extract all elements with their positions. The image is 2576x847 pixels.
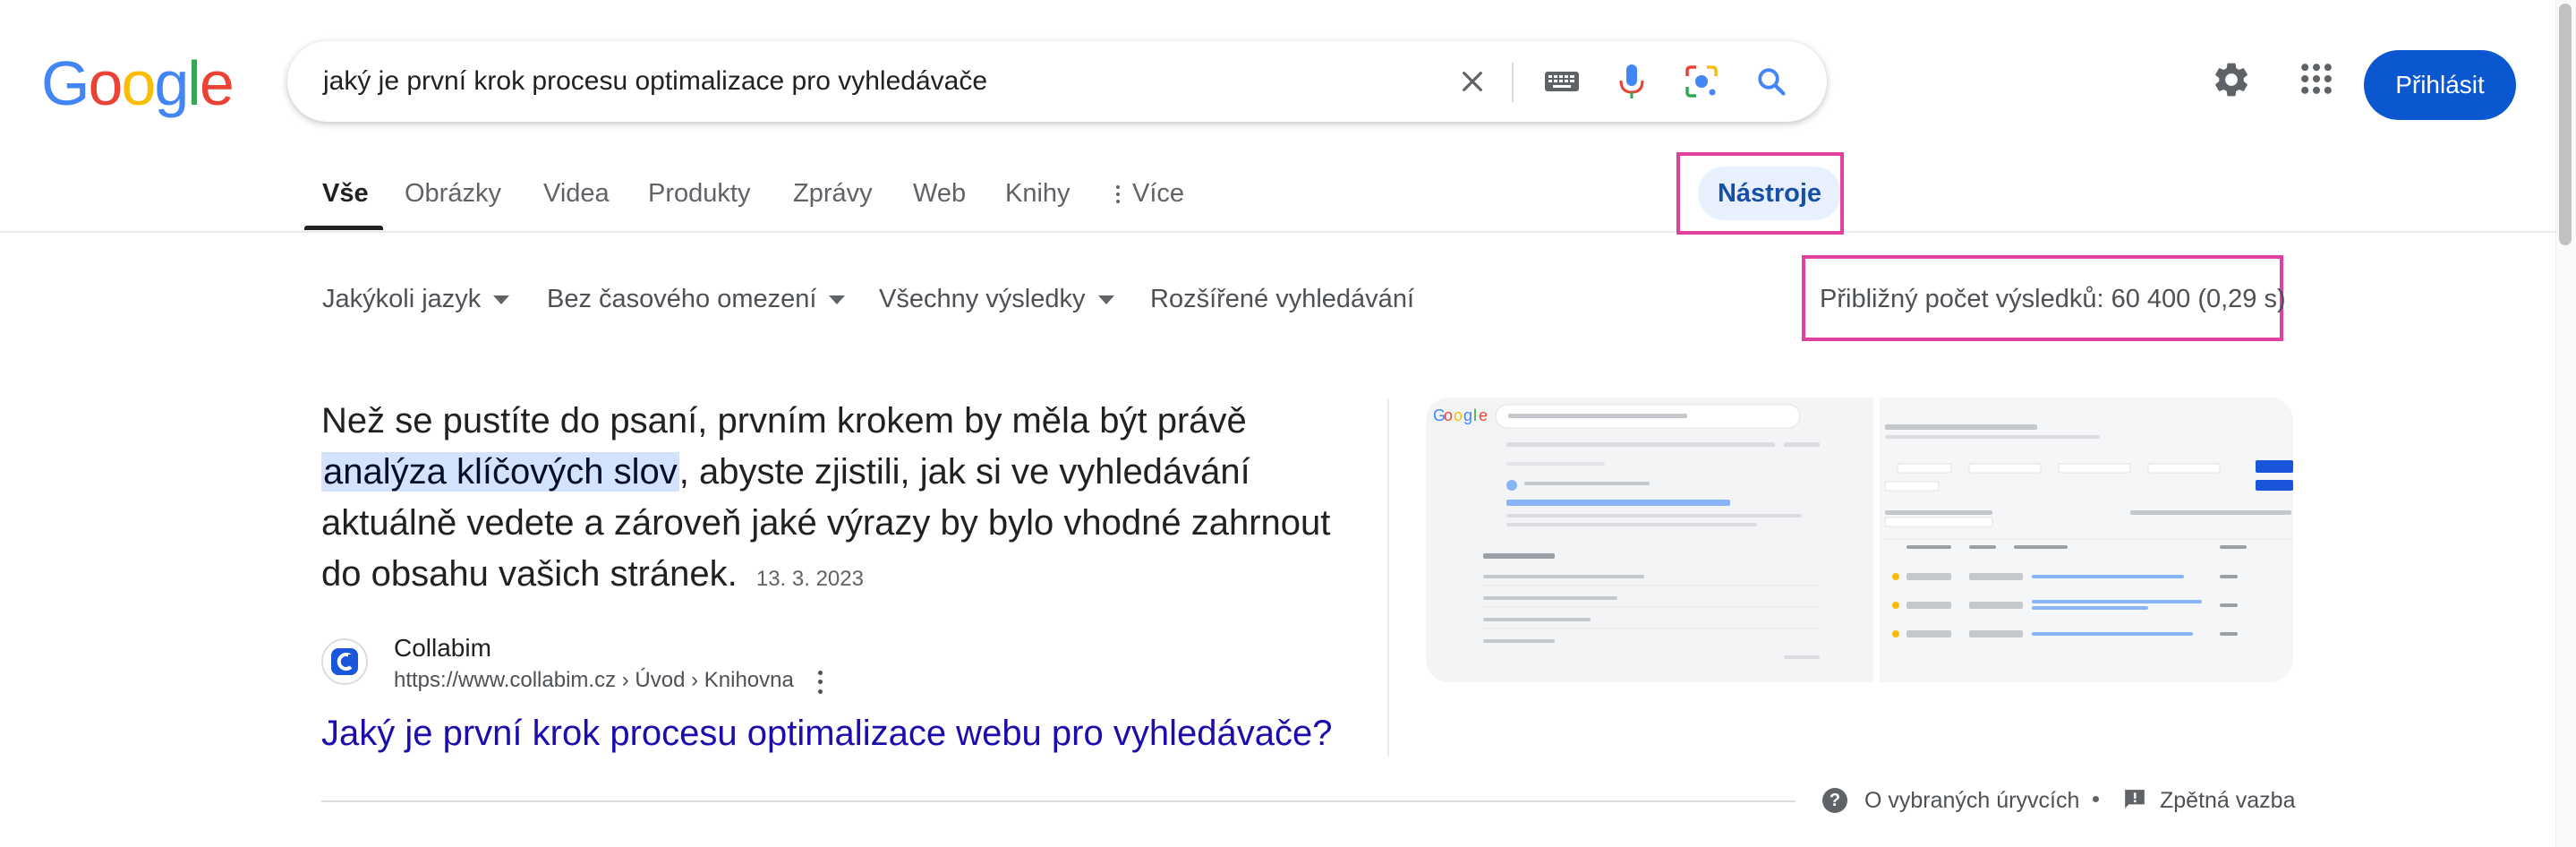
tab-web[interactable]: Web (913, 179, 966, 209)
collabim-preview-illustration (1880, 398, 2293, 682)
footer-divider (321, 800, 1796, 802)
tools-annotation-box (1676, 152, 1844, 235)
advanced-search-link[interactable]: Rozšířené vyhledávání (1150, 285, 1414, 314)
search-box[interactable]: jaký je první krok procesu optimalizace … (287, 41, 1827, 122)
footer-separator-dot (2093, 796, 2099, 802)
svg-text:e: e (1479, 406, 1488, 424)
google-logo[interactable]: Google (41, 52, 235, 115)
collabim-favicon[interactable] (321, 638, 368, 685)
signin-button[interactable]: Přihlásit (2364, 50, 2516, 120)
source-name[interactable]: Collabim (394, 634, 491, 663)
search-input[interactable]: jaký je první krok procesu optimalizace … (323, 66, 987, 97)
active-tab-indicator (304, 226, 383, 230)
snippet-highlight: analýza klíčových slov (321, 452, 679, 492)
about-snippets-link[interactable]: O vybraných úryvcích (1864, 788, 2079, 814)
language-filter[interactable]: Jakýkoli jazyk (322, 285, 510, 314)
svg-text:g: g (1463, 406, 1472, 424)
header-divider (0, 231, 2555, 233)
tab-products[interactable]: Produkty (648, 179, 750, 209)
lens-icon[interactable] (1680, 60, 1723, 103)
caret-down-icon (493, 295, 510, 304)
result-title-link[interactable]: Jaký je první krok procesu optimalizace … (321, 714, 1332, 754)
clear-icon[interactable] (1451, 60, 1494, 103)
tab-videos[interactable]: Videa (543, 179, 610, 209)
snippet-image-2[interactable] (1880, 398, 2293, 682)
microphone-icon[interactable] (1610, 60, 1653, 103)
keyboard-icon[interactable] (1540, 60, 1583, 103)
result-stats: Přibližný počet výsledků: 60 400 (0,29 s… (1820, 285, 2286, 313)
source-url[interactable]: https://www.collabim.cz › Úvod › Knihovn… (394, 668, 794, 693)
feedback-link[interactable]: Zpětná vazba (2160, 788, 2296, 814)
snippet-divider (1387, 398, 1389, 757)
search-icon[interactable] (1750, 60, 1793, 103)
results-filter-label: Všechny výsledky (879, 285, 1086, 313)
tab-all[interactable]: Vše (322, 179, 369, 209)
tab-images[interactable]: Obrázky (405, 179, 501, 209)
serp-preview-illustration: G o o g l e (1426, 398, 1873, 682)
snippet-date: 13. 3. 2023 (755, 567, 864, 591)
featured-snippet-text: Než se pustíte do psaní, prvním krokem b… (321, 401, 1331, 594)
apps-grid-icon[interactable] (2297, 59, 2336, 103)
language-filter-label: Jakýkoli jazyk (322, 285, 482, 313)
search-divider (1512, 63, 1514, 102)
results-filter[interactable]: Všechny výsledky (879, 285, 1114, 314)
tab-more-label: Více (1132, 179, 1185, 208)
tab-more[interactable]: Více (1116, 179, 1184, 209)
snippet-image-1[interactable]: G o o g l e (1426, 398, 1873, 682)
time-filter-label: Bez časového omezení (547, 285, 817, 313)
more-vert-icon (1116, 184, 1120, 203)
tab-news[interactable]: Zprávy (793, 179, 873, 209)
svg-text:o: o (1454, 406, 1463, 424)
caret-down-icon (1097, 295, 1114, 304)
svg-text:l: l (1473, 406, 1477, 424)
svg-text:o: o (1444, 406, 1453, 424)
time-filter[interactable]: Bez časového omezení (547, 285, 846, 314)
scrollbar-thumb[interactable] (2559, 4, 2572, 245)
settings-gear-icon[interactable] (2211, 59, 2252, 105)
feedback-icon[interactable] (2123, 788, 2146, 811)
caret-down-icon (829, 295, 846, 304)
more-options-icon[interactable] (809, 668, 831, 697)
tab-books[interactable]: Knihy (1005, 179, 1070, 209)
help-icon[interactable]: ? (1822, 788, 1847, 813)
